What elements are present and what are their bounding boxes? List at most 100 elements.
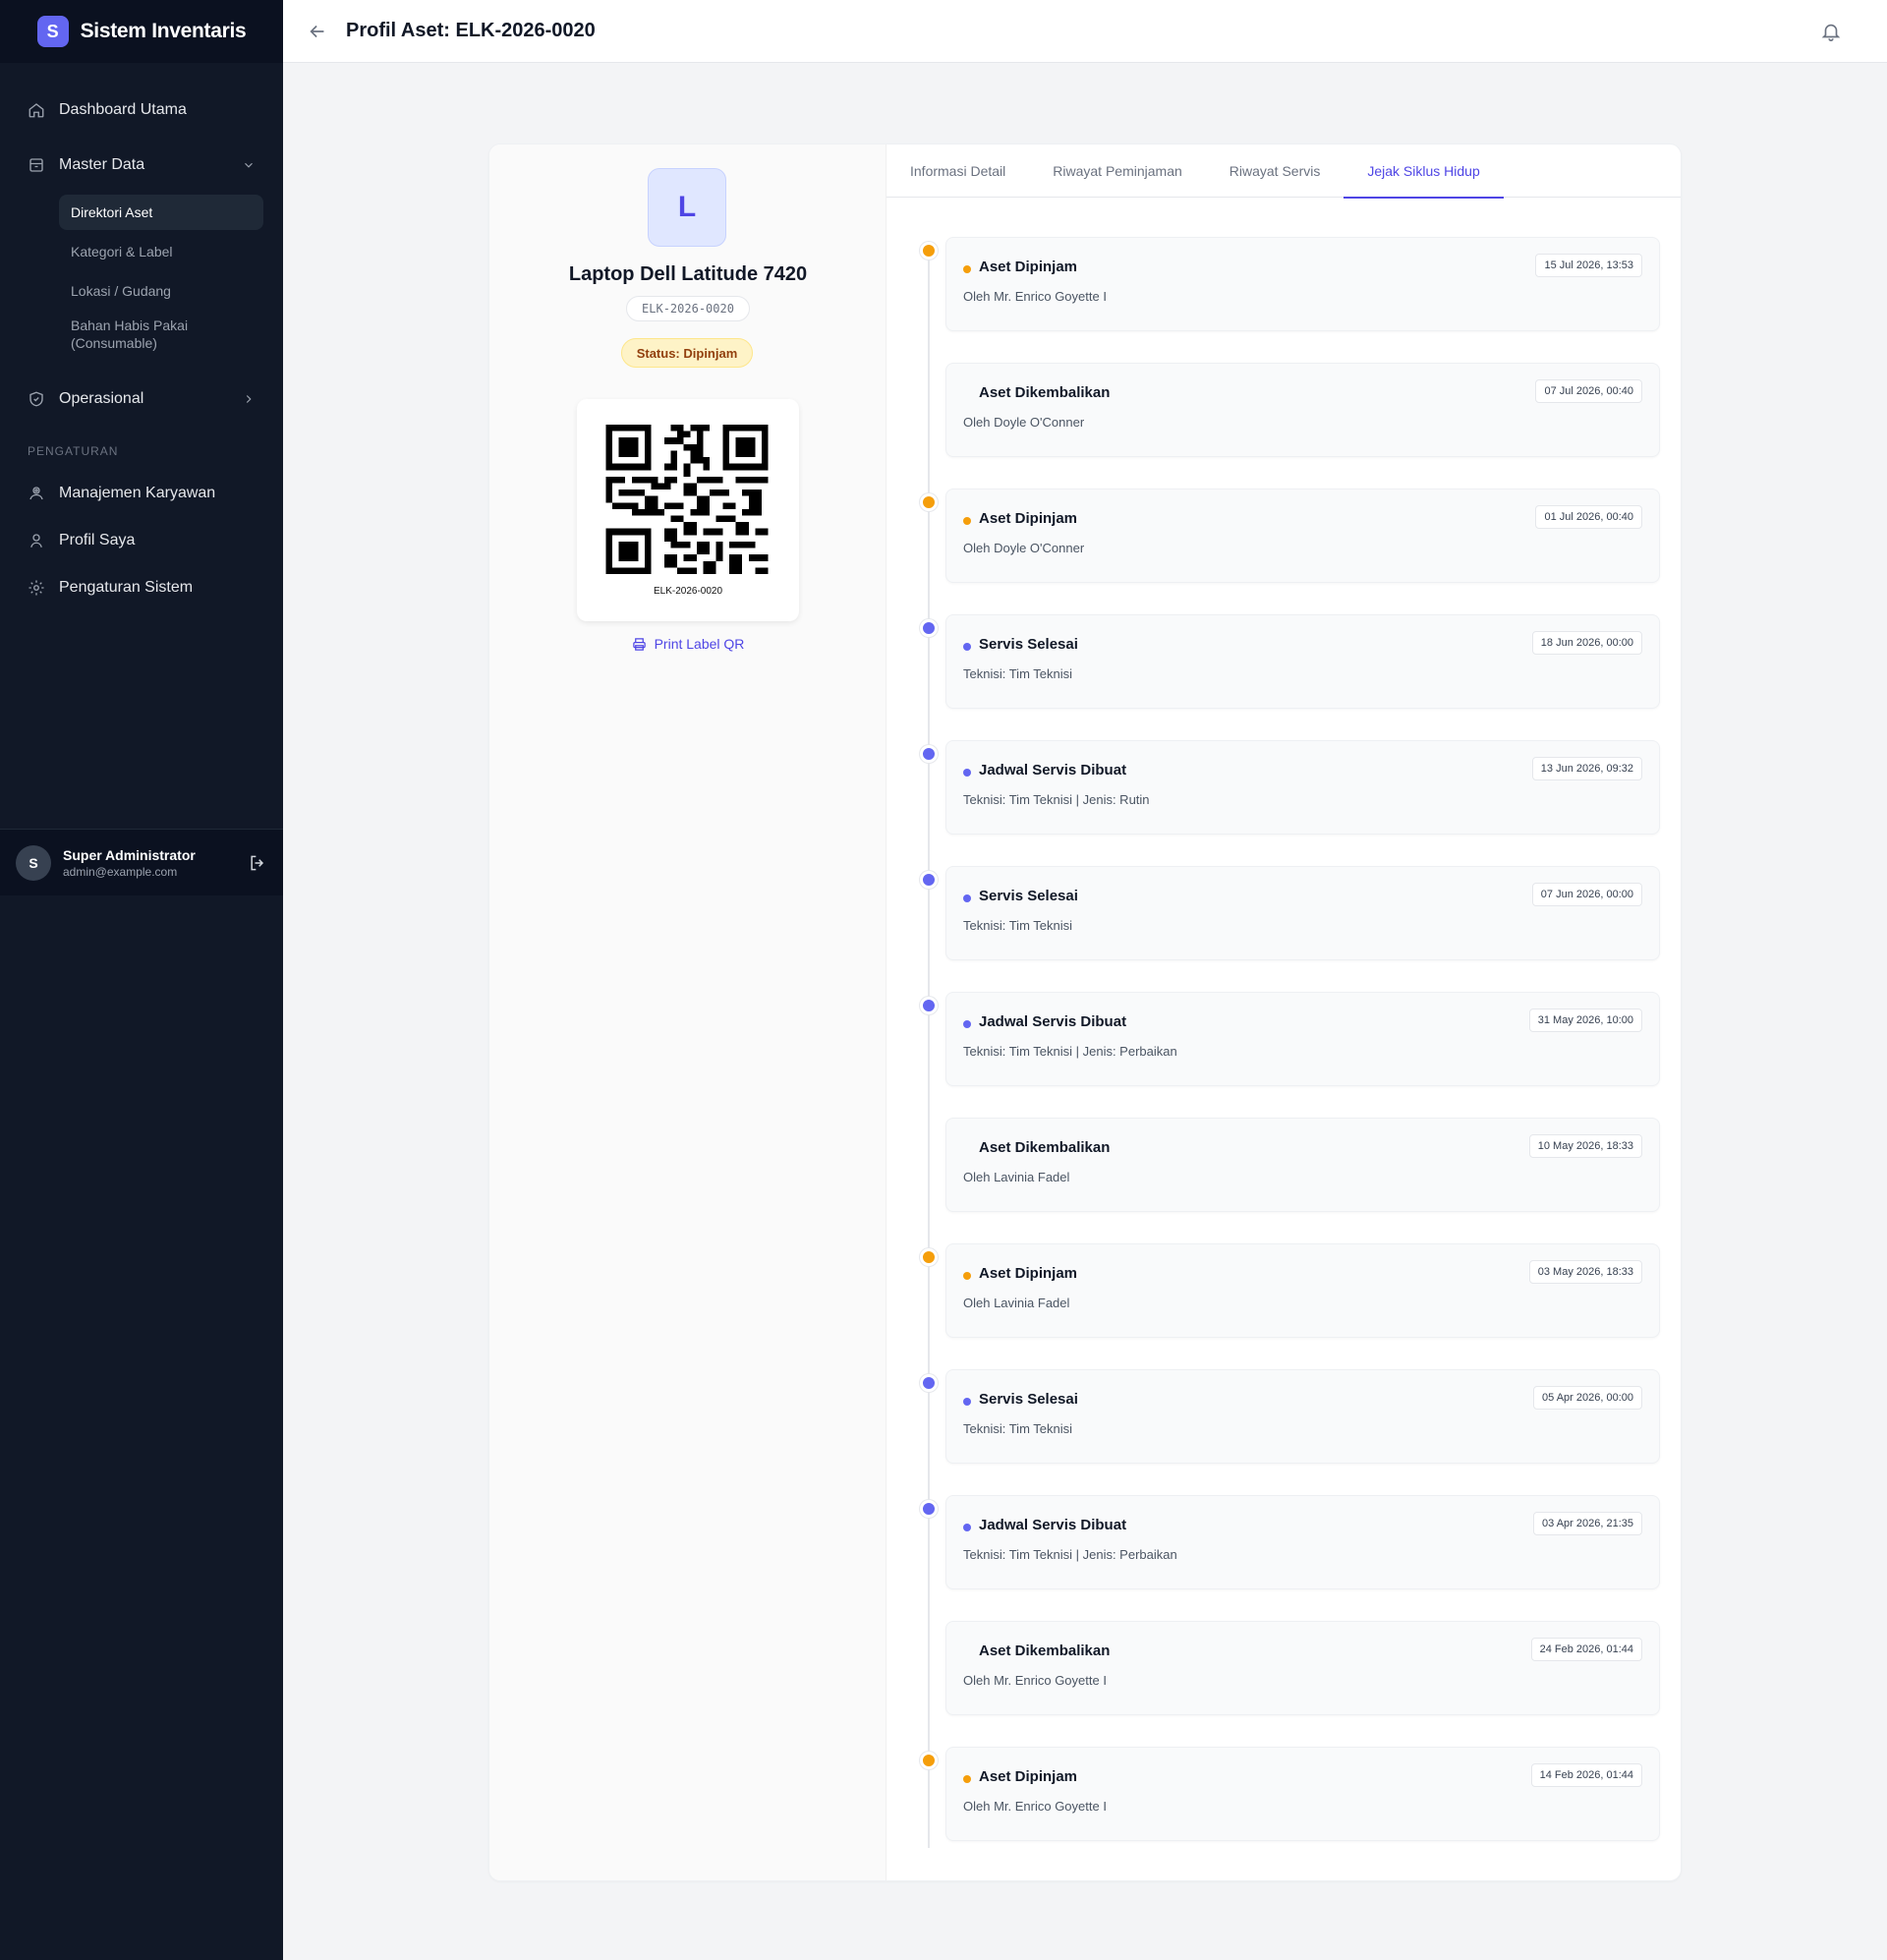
timeline-card: Aset Dipinjam Oleh Mr. Enrico Goyette I 15… xyxy=(945,237,1660,331)
timeline-description: Teknisi: Tim Teknisi xyxy=(963,918,1073,933)
nav-profil-saya[interactable]: Profil Saya xyxy=(20,521,263,560)
asset-detail-panel: Informasi Detail Riwayat Peminjaman Riwa… xyxy=(886,144,1681,1880)
tab-riwayat-servis[interactable]: Riwayat Servis xyxy=(1206,144,1344,198)
timeline-date-badge: 07 Jun 2026, 00:00 xyxy=(1531,883,1642,906)
timeline-dot xyxy=(920,1500,938,1518)
timeline-item: Jadwal Servis Dibuat Teknisi: Tim Teknisi… xyxy=(886,740,1681,835)
logout-icon[interactable] xyxy=(248,853,267,873)
timeline-bullet xyxy=(963,769,971,777)
timeline-card: Servis Selesai Teknisi: Tim Teknisi 18 Jun… xyxy=(945,614,1660,709)
timeline-description: Teknisi: Tim Teknisi xyxy=(963,666,1073,681)
sub-item-kategori[interactable]: Kategori & Label xyxy=(59,234,263,269)
sub-item-direktori-aset[interactable]: Direktori Aset xyxy=(59,195,263,230)
nav-operasional[interactable]: Operasional xyxy=(20,379,263,419)
asset-summary-panel: L Laptop Dell Latitude 7420 ELK-2026-002… xyxy=(489,144,886,1880)
tab-informasi-detail[interactable]: Informasi Detail xyxy=(910,144,1029,198)
timeline-bullet xyxy=(963,643,971,651)
timeline-card: Jadwal Servis Dibuat Teknisi: Tim Teknisi… xyxy=(945,740,1660,835)
tab-jejak-siklus-hidup[interactable]: Jejak Siklus Hidup xyxy=(1344,144,1505,199)
timeline-card: Aset Dikembalikan Oleh Doyle O'Conner 07 J… xyxy=(945,363,1660,457)
nav-master-data[interactable]: Master Data xyxy=(20,145,263,185)
timeline-bullet xyxy=(963,1649,971,1657)
user-icon xyxy=(28,532,45,549)
nav-pengaturan-sistem[interactable]: Pengaturan Sistem xyxy=(20,568,263,607)
status-badge: Status: Dipinjam xyxy=(621,338,753,368)
timeline-title: Jadwal Servis Dibuat xyxy=(979,1013,1127,1030)
qr-code-card: ELK-2026-0020 xyxy=(577,399,799,621)
timeline-title: Aset Dipinjam xyxy=(979,1265,1078,1282)
timeline-dot xyxy=(920,368,938,385)
sidebar: S Sistem Inventaris Dashboard Utama Mast… xyxy=(0,0,283,1960)
avatar: S xyxy=(16,844,51,881)
brand[interactable]: S Sistem Inventaris xyxy=(0,0,283,63)
timeline-bullet xyxy=(963,1146,971,1154)
home-icon xyxy=(28,101,45,119)
print-qr-label: Print Label QR xyxy=(654,636,745,652)
timeline-description: Teknisi: Tim Teknisi | Jenis: Rutin xyxy=(963,792,1150,807)
nav-manajemen-karyawan-label: Manajemen Karyawan xyxy=(59,485,216,501)
timeline-bullet xyxy=(963,1524,971,1531)
timeline-description: Oleh Lavinia Fadel xyxy=(963,1170,1070,1184)
timeline-description: Oleh Mr. Enrico Goyette I xyxy=(963,289,1107,304)
nav-manajemen-karyawan[interactable]: Manajemen Karyawan xyxy=(20,474,263,513)
nav-dashboard[interactable]: Dashboard Utama xyxy=(20,90,263,130)
timeline-description: Oleh Mr. Enrico Goyette I xyxy=(963,1799,1107,1814)
timeline-description: Oleh Doyle O'Conner xyxy=(963,541,1085,555)
asset-code-badge: ELK-2026-0020 xyxy=(626,296,750,321)
timeline-dot xyxy=(920,242,938,259)
timeline-date-badge: 14 Feb 2026, 01:44 xyxy=(1530,1763,1642,1787)
timeline-date-badge: 05 Apr 2026, 00:00 xyxy=(1533,1386,1642,1410)
timeline-title: Aset Dipinjam xyxy=(979,1768,1078,1785)
timeline-bullet xyxy=(963,1775,971,1783)
timeline-description: Teknisi: Tim Teknisi | Jenis: Perbaikan xyxy=(963,1044,1177,1059)
timeline-item: Aset Dikembalikan Oleh Doyle O'Conner 07 J… xyxy=(886,363,1681,457)
nav-master-data-label: Master Data xyxy=(59,156,145,173)
timeline-date-badge: 07 Jul 2026, 00:40 xyxy=(1535,379,1642,403)
asset-avatar: L xyxy=(648,168,726,247)
chevron-right-icon xyxy=(242,392,256,406)
tab-riwayat-peminjaman[interactable]: Riwayat Peminjaman xyxy=(1029,144,1206,198)
timeline-dot xyxy=(920,1123,938,1140)
timeline-date-badge: 10 May 2026, 18:33 xyxy=(1528,1134,1642,1158)
timeline-date-badge: 01 Jul 2026, 00:40 xyxy=(1535,505,1642,529)
timeline-description: Teknisi: Tim Teknisi | Jenis: Perbaikan xyxy=(963,1547,1177,1562)
timeline-card: Aset Dipinjam Oleh Lavinia Fadel 03 May 20… xyxy=(945,1243,1660,1338)
timeline-description: Oleh Mr. Enrico Goyette I xyxy=(963,1673,1107,1688)
chevron-down-icon xyxy=(242,158,256,172)
sub-item-lokasi[interactable]: Lokasi / Gudang xyxy=(59,273,263,309)
nav-dashboard-label: Dashboard Utama xyxy=(59,101,187,118)
nav-operasional-label: Operasional xyxy=(59,390,144,407)
timeline-description: Oleh Doyle O'Conner xyxy=(963,415,1085,430)
top-bar: Profil Aset: ELK-2026-0020 xyxy=(283,0,1887,63)
timeline-item: Jadwal Servis Dibuat Teknisi: Tim Teknisi… xyxy=(886,1495,1681,1589)
timeline-dot xyxy=(920,1374,938,1392)
timeline-description: Teknisi: Tim Teknisi xyxy=(963,1421,1073,1436)
timeline-card: Jadwal Servis Dibuat Teknisi: Tim Teknisi… xyxy=(945,992,1660,1086)
timeline-date-badge: 13 Jun 2026, 09:32 xyxy=(1531,757,1642,780)
bell-icon[interactable] xyxy=(1820,21,1842,42)
timeline-date-badge: 03 Apr 2026, 21:35 xyxy=(1533,1512,1642,1535)
timeline-dot xyxy=(920,1752,938,1769)
timeline-title: Servis Selesai xyxy=(979,888,1078,904)
timeline-dot xyxy=(920,1626,938,1643)
master-data-submenu: Direktori Aset Kategori & Label Lokasi /… xyxy=(59,195,263,356)
timeline-bullet xyxy=(963,517,971,525)
timeline-item: Servis Selesai Teknisi: Tim Teknisi 18 Jun… xyxy=(886,614,1681,709)
back-arrow-icon[interactable] xyxy=(307,21,328,42)
timeline-dot xyxy=(920,745,938,763)
timeline-item: Aset Dipinjam Oleh Mr. Enrico Goyette I 15… xyxy=(886,237,1681,331)
asset-name: Laptop Dell Latitude 7420 xyxy=(568,263,808,285)
sub-item-consumable[interactable]: Bahan Habis Pakai (Consumable) xyxy=(59,313,206,356)
page-title: Profil Aset: ELK-2026-0020 xyxy=(346,20,596,41)
timeline-title: Jadwal Servis Dibuat xyxy=(979,762,1127,778)
timeline-date-badge: 15 Jul 2026, 13:53 xyxy=(1535,254,1642,277)
user-email: admin@example.com xyxy=(63,864,178,879)
timeline-card: Servis Selesai Teknisi: Tim Teknisi 05 Apr… xyxy=(945,1369,1660,1464)
timeline-dot xyxy=(920,493,938,511)
timeline-bullet xyxy=(963,894,971,902)
timeline-title: Aset Dikembalikan xyxy=(979,1643,1111,1659)
users-icon xyxy=(28,485,45,502)
print-qr-button[interactable]: Print Label QR xyxy=(489,636,886,652)
timeline-dot xyxy=(920,871,938,889)
timeline-date-badge: 31 May 2026, 10:00 xyxy=(1528,1009,1642,1032)
